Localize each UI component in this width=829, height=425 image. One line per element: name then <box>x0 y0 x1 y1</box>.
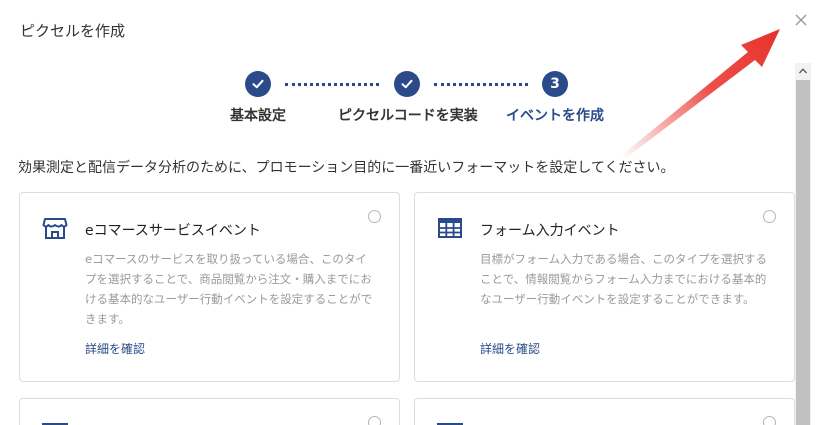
scrollbar-thumb[interactable] <box>796 80 810 425</box>
step-label-create-event: イベントを作成 <box>506 108 604 124</box>
event-type-card-partial[interactable] <box>414 398 795 425</box>
select-radio[interactable] <box>763 416 776 425</box>
step-label-basic-settings: 基本設定 <box>230 108 286 124</box>
step-1-complete-check-icon <box>245 71 271 97</box>
card-description: eコマースのサービスを取り扱っている場合、このタイプを選択することで、商品閲覧か… <box>85 252 373 326</box>
learn-more-link[interactable]: 詳細を確認 <box>480 340 540 357</box>
step-connector <box>285 83 379 86</box>
event-type-card-form[interactable]: フォーム入力イベント 目標がフォーム入力である場合、このタイプを選択することで、… <box>414 192 795 382</box>
step-2-complete-check-icon <box>394 71 420 97</box>
select-radio[interactable] <box>368 416 381 425</box>
storefront-icon <box>42 218 68 239</box>
scroll-up-arrow-icon[interactable] <box>795 63 811 79</box>
learn-more-link[interactable]: 詳細を確認 <box>85 340 145 357</box>
card-description: 目標がフォーム入力である場合、このタイプを選択することで、情報閲覧からフォーム入… <box>480 252 768 306</box>
event-type-card-ecommerce[interactable]: eコマースサービスイベント eコマースのサービスを取り扱っている場合、このタイプ… <box>19 192 400 382</box>
create-pixel-dialog: ピクセルを作成 3 基本設定 ピクセルコードを実装 イベントを作成 効果測定と配… <box>0 0 829 425</box>
step-label-implement-code: ピクセルコードを実装 <box>338 108 478 124</box>
select-radio[interactable] <box>763 210 776 223</box>
step-3-number: 3 <box>542 71 568 97</box>
select-radio[interactable] <box>368 210 381 223</box>
table-form-icon <box>438 218 462 238</box>
card-title: フォーム入力イベント <box>480 223 620 239</box>
step-connector <box>434 83 528 86</box>
instruction-text: 効果測定と配信データ分析のために、プロモーション目的に一番近いフォーマットを設定… <box>18 160 675 176</box>
dialog-title: ピクセルを作成 <box>20 22 126 40</box>
close-icon[interactable] <box>791 10 811 30</box>
stepper: 3 基本設定 ピクセルコードを実装 イベントを作成 <box>0 70 829 130</box>
event-type-card-partial[interactable] <box>19 398 400 425</box>
card-title: eコマースサービスイベント <box>85 223 261 239</box>
